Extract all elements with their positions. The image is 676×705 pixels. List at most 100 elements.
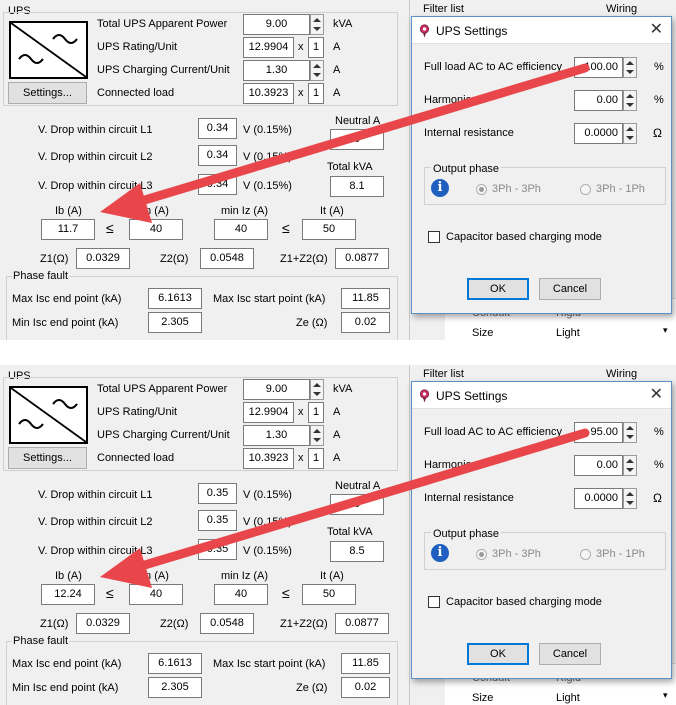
cancel-button[interactable]: Cancel <box>539 278 601 300</box>
vdrop-l1-field: 0.34 <box>198 118 237 139</box>
efficiency-unit: % <box>654 426 664 438</box>
ib-field: 12.24 <box>41 584 95 605</box>
ib-label: Ib (A) <box>55 570 82 582</box>
vdrop-l1-label: V. Drop within circuit L1 <box>38 489 153 501</box>
efficiency-unit: % <box>654 61 664 73</box>
harmonics-label: Harmonics <box>424 459 477 471</box>
ups-charging-spinner[interactable] <box>310 60 324 81</box>
max-isc-start-field: 11.85 <box>341 288 390 309</box>
dropdown-arrow-icon[interactable]: ▾ <box>663 325 668 336</box>
ups-charging-field[interactable]: 1.30 <box>243 60 310 81</box>
spin-up-icon[interactable] <box>313 429 321 433</box>
spin-up-icon[interactable] <box>313 383 321 387</box>
min-isc-end-field: 2.305 <box>148 312 202 333</box>
radio-3ph-3ph-label: 3Ph - 3Ph <box>492 548 541 560</box>
ups-count-field[interactable]: 1 <box>308 37 324 58</box>
connected-load-label: Connected load <box>97 87 175 99</box>
ups-settings-icon <box>419 389 430 403</box>
total-apparent-power-label: Total UPS Apparent Power <box>97 18 228 30</box>
internal-resistance-label: Internal resistance <box>424 492 514 504</box>
spin-down-icon[interactable] <box>626 103 634 107</box>
ups-count-field[interactable]: 1 <box>308 402 324 423</box>
connected-load-field: 10.3923 <box>243 83 294 104</box>
efficiency-field[interactable]: 100.00 <box>574 57 623 78</box>
spin-down-icon[interactable] <box>313 392 321 396</box>
spin-down-icon[interactable] <box>626 70 634 74</box>
phase-fault-group <box>6 641 398 705</box>
radio-3ph-1ph[interactable] <box>580 549 591 560</box>
ok-button[interactable]: OK <box>467 643 529 665</box>
ok-button[interactable]: OK <box>467 278 529 300</box>
harmonics-field[interactable]: 0.00 <box>574 455 623 476</box>
radio-3ph-3ph[interactable] <box>476 549 487 560</box>
ups-charging-field[interactable]: 1.30 <box>243 425 310 446</box>
spin-up-icon[interactable] <box>313 64 321 68</box>
spin-up-icon[interactable] <box>626 61 634 65</box>
wiring-tab[interactable]: Wiring <box>606 3 637 15</box>
close-icon[interactable]: ✕ <box>650 386 663 404</box>
efficiency-spinner[interactable] <box>623 57 637 78</box>
radio-3ph-1ph[interactable] <box>580 184 591 195</box>
harmonics-field[interactable]: 0.00 <box>574 90 623 111</box>
efficiency-field[interactable]: 95.00 <box>574 422 623 443</box>
spin-up-icon[interactable] <box>626 459 634 463</box>
spin-down-icon[interactable] <box>626 501 634 505</box>
vdrop-l1-field: 0.35 <box>198 483 237 504</box>
spin-up-icon[interactable] <box>313 18 321 22</box>
dropdown-arrow-icon[interactable]: ▾ <box>663 690 668 701</box>
settings-button[interactable]: Settings... <box>8 447 87 469</box>
le-symbol-2: ≤ <box>282 220 290 236</box>
total-apparent-power-unit: kVA <box>333 18 353 30</box>
close-icon[interactable]: ✕ <box>650 21 663 39</box>
spin-down-icon[interactable] <box>626 468 634 472</box>
spin-down-icon[interactable] <box>626 435 634 439</box>
radio-3ph-3ph[interactable] <box>476 184 487 195</box>
vdrop-l3-field: 0.35 <box>198 539 237 560</box>
min-isc-end-label: Min Isc end point (kA) <box>12 317 119 329</box>
spin-up-icon[interactable] <box>626 94 634 98</box>
wiring-tab[interactable]: Wiring <box>606 368 637 380</box>
total-apparent-power-spinner[interactable] <box>310 379 324 400</box>
spin-up-icon[interactable] <box>626 426 634 430</box>
ups-charging-spinner[interactable] <box>310 425 324 446</box>
in-field: 40 <box>129 584 183 605</box>
total-apparent-power-field[interactable]: 9.00 <box>243 379 310 400</box>
spin-up-icon[interactable] <box>626 127 634 131</box>
total-apparent-power-field[interactable]: 9.00 <box>243 14 310 35</box>
radio-3ph-3ph-label: 3Ph - 3Ph <box>492 183 541 195</box>
settings-button[interactable]: Settings... <box>8 82 87 104</box>
ups-settings-icon <box>419 24 430 38</box>
spin-down-icon[interactable] <box>313 73 321 77</box>
output-phase-title: Output phase <box>431 163 502 175</box>
z2-field: 0.0548 <box>200 613 254 634</box>
ups-rating-field[interactable]: 12.9904 <box>243 37 294 58</box>
ib-field: 11.7 <box>41 219 95 240</box>
spin-down-icon[interactable] <box>313 27 321 31</box>
internal-resistance-field[interactable]: 0.0000 <box>574 123 623 144</box>
ze-label: Ze (Ω) <box>296 317 328 329</box>
spin-down-icon[interactable] <box>626 136 634 140</box>
total-apparent-power-spinner[interactable] <box>310 14 324 35</box>
ups-rating-field[interactable]: 12.9904 <box>243 402 294 423</box>
internal-resistance-spinner[interactable] <box>623 488 637 509</box>
capacitor-charging-label: Capacitor based charging mode <box>446 231 602 243</box>
capacitor-charging-checkbox[interactable] <box>428 596 440 608</box>
prop-size-value[interactable]: Light <box>556 692 580 704</box>
phase-fault-title: Phase fault <box>12 635 70 647</box>
vdrop-l3-percent: V (0.15%) <box>243 180 292 192</box>
spin-up-icon[interactable] <box>626 492 634 496</box>
internal-resistance-spinner[interactable] <box>623 123 637 144</box>
prop-size-value[interactable]: Light <box>556 327 580 339</box>
total-apparent-power-unit: kVA <box>333 383 353 395</box>
harmonics-spinner[interactable] <box>623 90 637 111</box>
phase-fault-group <box>6 276 398 340</box>
ups-screenshot-panel: UPS Settings... Total UPS Apparent Power… <box>0 365 676 705</box>
efficiency-spinner[interactable] <box>623 422 637 443</box>
max-isc-end-field: 6.1613 <box>148 288 202 309</box>
capacitor-charging-checkbox[interactable] <box>428 231 440 243</box>
cancel-button[interactable]: Cancel <box>539 643 601 665</box>
internal-resistance-field[interactable]: 0.0000 <box>574 488 623 509</box>
spin-down-icon[interactable] <box>313 438 321 442</box>
harmonics-spinner[interactable] <box>623 455 637 476</box>
radio-3ph-1ph-label: 3Ph - 1Ph <box>596 183 645 195</box>
